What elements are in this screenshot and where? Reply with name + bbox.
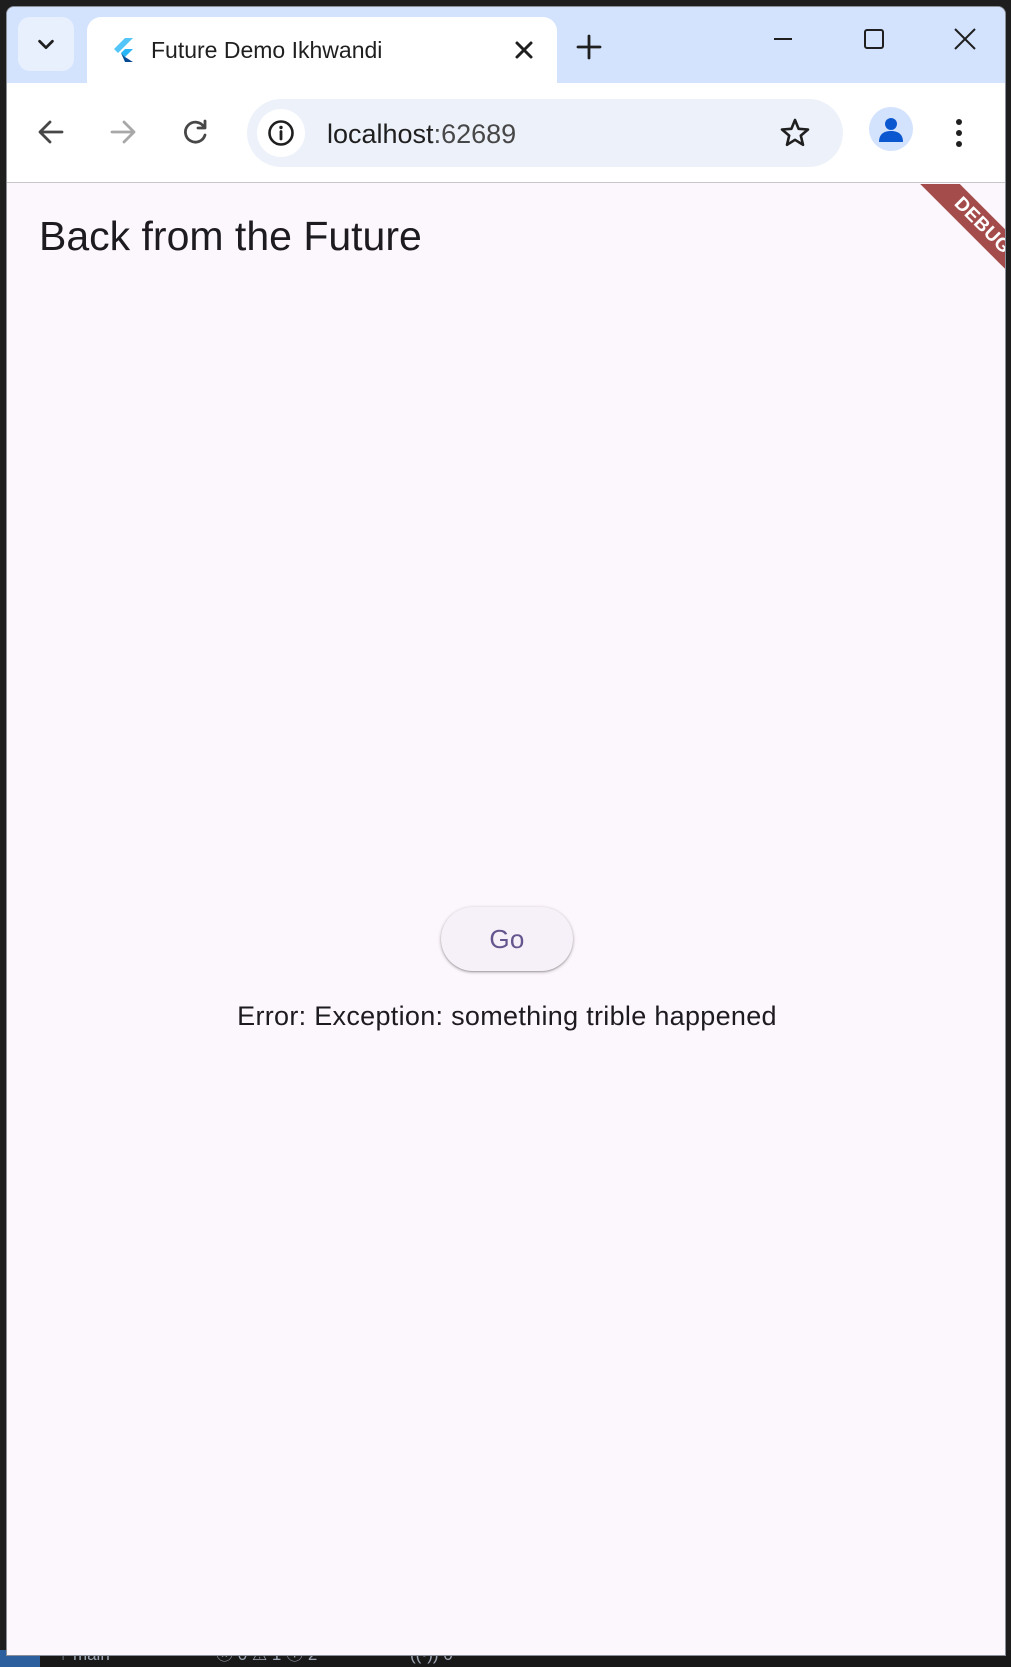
site-info-button[interactable] xyxy=(257,109,305,157)
flutter-app-page: Back from the Future Go Error: Exception… xyxy=(7,184,1005,1655)
minimize-button[interactable] xyxy=(748,17,818,61)
reload-button[interactable] xyxy=(169,106,221,158)
maximize-button[interactable] xyxy=(839,17,909,61)
tab-close-button[interactable] xyxy=(507,33,541,67)
reload-icon xyxy=(184,119,207,144)
go-button[interactable]: Go xyxy=(441,907,573,971)
forward-button[interactable] xyxy=(97,106,149,158)
page-title: Back from the Future xyxy=(39,213,422,259)
browser-window: Future Demo Ikhwandi localhost:62689 Bac… xyxy=(6,6,1006,1656)
browser-menu-button[interactable] xyxy=(937,107,981,159)
person-icon xyxy=(879,118,903,142)
window-close-button[interactable] xyxy=(930,17,1000,61)
back-button[interactable] xyxy=(25,106,77,158)
tab-title: Future Demo Ikhwandi xyxy=(151,37,383,63)
browser-toolbar: localhost:62689 xyxy=(7,83,1005,183)
bookmark-button[interactable] xyxy=(773,111,817,155)
flutter-logo-icon xyxy=(114,38,133,62)
new-tab-button[interactable] xyxy=(569,27,609,67)
maximize-icon xyxy=(864,29,884,49)
debug-banner: DEBUG xyxy=(887,184,1005,302)
info-icon xyxy=(268,120,294,146)
url-text: localhost:62689 xyxy=(327,119,517,149)
address-bar[interactable]: localhost:62689 xyxy=(247,99,843,167)
tab-strip: Future Demo Ikhwandi xyxy=(7,7,1005,83)
more-vert-icon xyxy=(956,119,962,147)
minimize-icon xyxy=(774,38,792,40)
arrow-left-icon xyxy=(38,120,64,144)
chevron-down-icon xyxy=(38,39,54,50)
tab-search-button[interactable] xyxy=(18,17,74,71)
debug-banner-label: DEBUG xyxy=(911,184,1005,297)
star-icon xyxy=(780,118,810,147)
arrow-right-icon xyxy=(110,120,136,144)
close-icon xyxy=(515,41,533,59)
profile-button[interactable] xyxy=(869,107,913,151)
tab-active[interactable]: Future Demo Ikhwandi xyxy=(87,17,557,83)
plus-icon xyxy=(576,34,602,60)
error-message: Error: Exception: something trible happe… xyxy=(237,1001,777,1031)
close-icon xyxy=(954,28,976,50)
